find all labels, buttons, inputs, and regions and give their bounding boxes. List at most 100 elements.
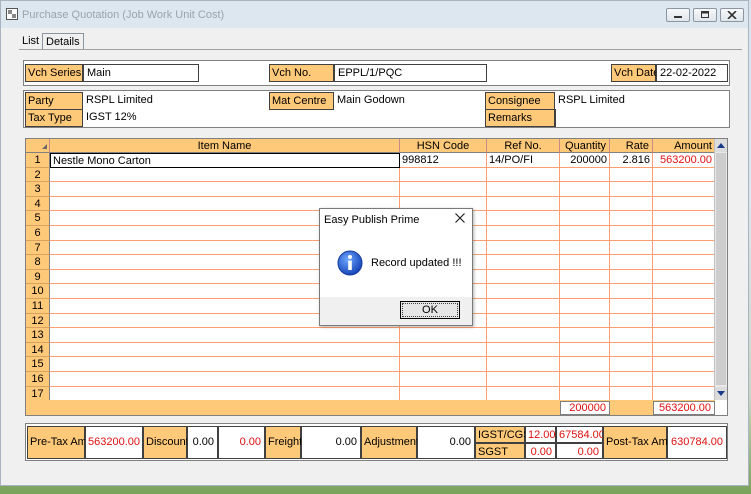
row-number[interactable]: 14 <box>26 342 50 358</box>
cell-quantity[interactable] <box>560 313 610 329</box>
cell-rate[interactable] <box>610 226 653 241</box>
row-number[interactable]: 8 <box>26 255 50 270</box>
col-header-rate[interactable]: Rate <box>610 139 653 153</box>
cell-ref-no[interactable] <box>487 299 560 314</box>
cell-item-name[interactable]: Nestle Mono Carton <box>50 153 400 168</box>
cell-rate[interactable] <box>610 299 653 314</box>
cell-ref-no[interactable] <box>487 196 560 212</box>
cell-ref-no[interactable] <box>487 313 560 329</box>
remarks-field[interactable] <box>555 109 729 127</box>
cell-hsn-code[interactable] <box>400 342 487 358</box>
row-number[interactable]: 5 <box>26 211 50 226</box>
cell-hsn-code[interactable]: 998812 <box>400 153 487 168</box>
posttax-field[interactable]: 630784.00 <box>667 426 727 459</box>
discount-field[interactable]: 0.00 <box>218 426 265 459</box>
cell-amount[interactable] <box>653 386 715 402</box>
cell-ref-no[interactable] <box>487 342 560 358</box>
cell-rate[interactable] <box>610 372 653 387</box>
cell-amount[interactable] <box>653 357 715 372</box>
cell-quantity[interactable] <box>560 226 610 241</box>
cell-amount[interactable]: 563200.00 <box>653 153 715 168</box>
cell-ref-no[interactable] <box>487 284 560 299</box>
cell-ref-no[interactable] <box>487 255 560 270</box>
cell-ref-no[interactable] <box>487 240 560 256</box>
scroll-down-arrow[interactable] <box>715 387 727 400</box>
col-header-amount[interactable]: Amount <box>653 139 716 153</box>
row-number[interactable]: 17 <box>26 386 50 402</box>
row-number[interactable]: 15 <box>26 357 50 372</box>
cell-amount[interactable] <box>653 255 715 270</box>
maximize-button[interactable] <box>693 8 717 22</box>
cell-quantity[interactable] <box>560 299 610 314</box>
cell-ref-no[interactable] <box>487 182 560 197</box>
cell-quantity[interactable] <box>560 211 610 226</box>
cell-rate[interactable] <box>610 182 653 197</box>
vch-date-field[interactable]: 22-02-2022 <box>656 64 728 82</box>
cell-quantity[interactable] <box>560 167 610 183</box>
cell-amount[interactable] <box>653 211 715 226</box>
row-number[interactable]: 6 <box>26 226 50 241</box>
scroll-up-arrow[interactable] <box>715 139 727 152</box>
row-number[interactable]: 10 <box>26 284 50 299</box>
row-number[interactable]: 4 <box>26 196 50 212</box>
cell-quantity[interactable] <box>560 357 610 372</box>
cell-amount[interactable] <box>653 167 715 183</box>
tax-type-field[interactable]: IGST 12% <box>83 109 268 127</box>
cell-item-name[interactable] <box>50 167 400 183</box>
cell-rate[interactable] <box>610 167 653 183</box>
cell-amount[interactable] <box>653 313 715 329</box>
col-header-item-name[interactable]: Item Name <box>50 139 400 153</box>
cell-rate[interactable] <box>610 357 653 372</box>
col-header-hsn-code[interactable]: HSN Code <box>400 139 487 153</box>
cell-amount[interactable] <box>653 226 715 241</box>
cell-hsn-code[interactable] <box>400 357 487 372</box>
cell-amount[interactable] <box>653 299 715 314</box>
col-header-ref-no[interactable]: Ref No. <box>487 139 560 153</box>
party-field[interactable]: RSPL Limited <box>83 92 268 110</box>
cell-amount[interactable] <box>653 240 715 256</box>
cell-quantity[interactable] <box>560 386 610 402</box>
row-number[interactable]: 3 <box>26 182 50 197</box>
igst-rate-field[interactable]: 12.00 <box>525 426 556 443</box>
cell-quantity[interactable] <box>560 240 610 256</box>
cell-rate[interactable] <box>610 284 653 299</box>
sgst-rate-field[interactable]: 0.00 <box>525 443 556 459</box>
cell-quantity[interactable] <box>560 342 610 358</box>
cell-quantity[interactable] <box>560 269 610 285</box>
cell-ref-no[interactable] <box>487 357 560 372</box>
cell-quantity[interactable] <box>560 328 610 343</box>
cell-quantity[interactable] <box>560 284 610 299</box>
cell-ref-no[interactable] <box>487 372 560 387</box>
row-number[interactable]: 16 <box>26 372 50 387</box>
cell-hsn-code[interactable] <box>400 167 487 183</box>
minimize-button[interactable] <box>666 8 690 22</box>
cell-ref-no[interactable] <box>487 211 560 226</box>
cell-ref-no[interactable] <box>487 328 560 343</box>
sgst-amount-field[interactable]: 0.00 <box>556 443 603 459</box>
dialog-close-icon[interactable] <box>454 212 466 224</box>
cell-rate[interactable] <box>610 313 653 329</box>
cell-amount[interactable] <box>653 182 715 197</box>
cell-ref-no[interactable] <box>487 386 560 402</box>
col-header-quantity[interactable]: Quantity <box>560 139 610 153</box>
cell-rate[interactable] <box>610 240 653 256</box>
cell-amount[interactable] <box>653 372 715 387</box>
row-number[interactable]: 13 <box>26 328 50 343</box>
igst-amount-field[interactable]: 67584.00 <box>556 426 605 443</box>
row-number[interactable]: 7 <box>26 240 50 256</box>
discount-pct-field[interactable]: 0.00 <box>187 426 218 459</box>
cell-item-name[interactable] <box>50 328 400 343</box>
cell-amount[interactable] <box>653 284 715 299</box>
ok-button[interactable]: OK <box>400 301 460 319</box>
cell-rate[interactable]: 2.816 <box>610 153 653 168</box>
adjustment-field[interactable]: 0.00 <box>417 426 475 459</box>
scroll-thumb[interactable] <box>716 153 726 385</box>
tab-list[interactable]: List <box>19 33 42 50</box>
cell-rate[interactable] <box>610 328 653 343</box>
cell-amount[interactable] <box>653 328 715 343</box>
cell-rate[interactable] <box>610 211 653 226</box>
cell-ref-no[interactable] <box>487 167 560 183</box>
cell-amount[interactable] <box>653 342 715 358</box>
pretax-field[interactable]: 563200.00 <box>85 426 143 459</box>
cell-rate[interactable] <box>610 386 653 402</box>
